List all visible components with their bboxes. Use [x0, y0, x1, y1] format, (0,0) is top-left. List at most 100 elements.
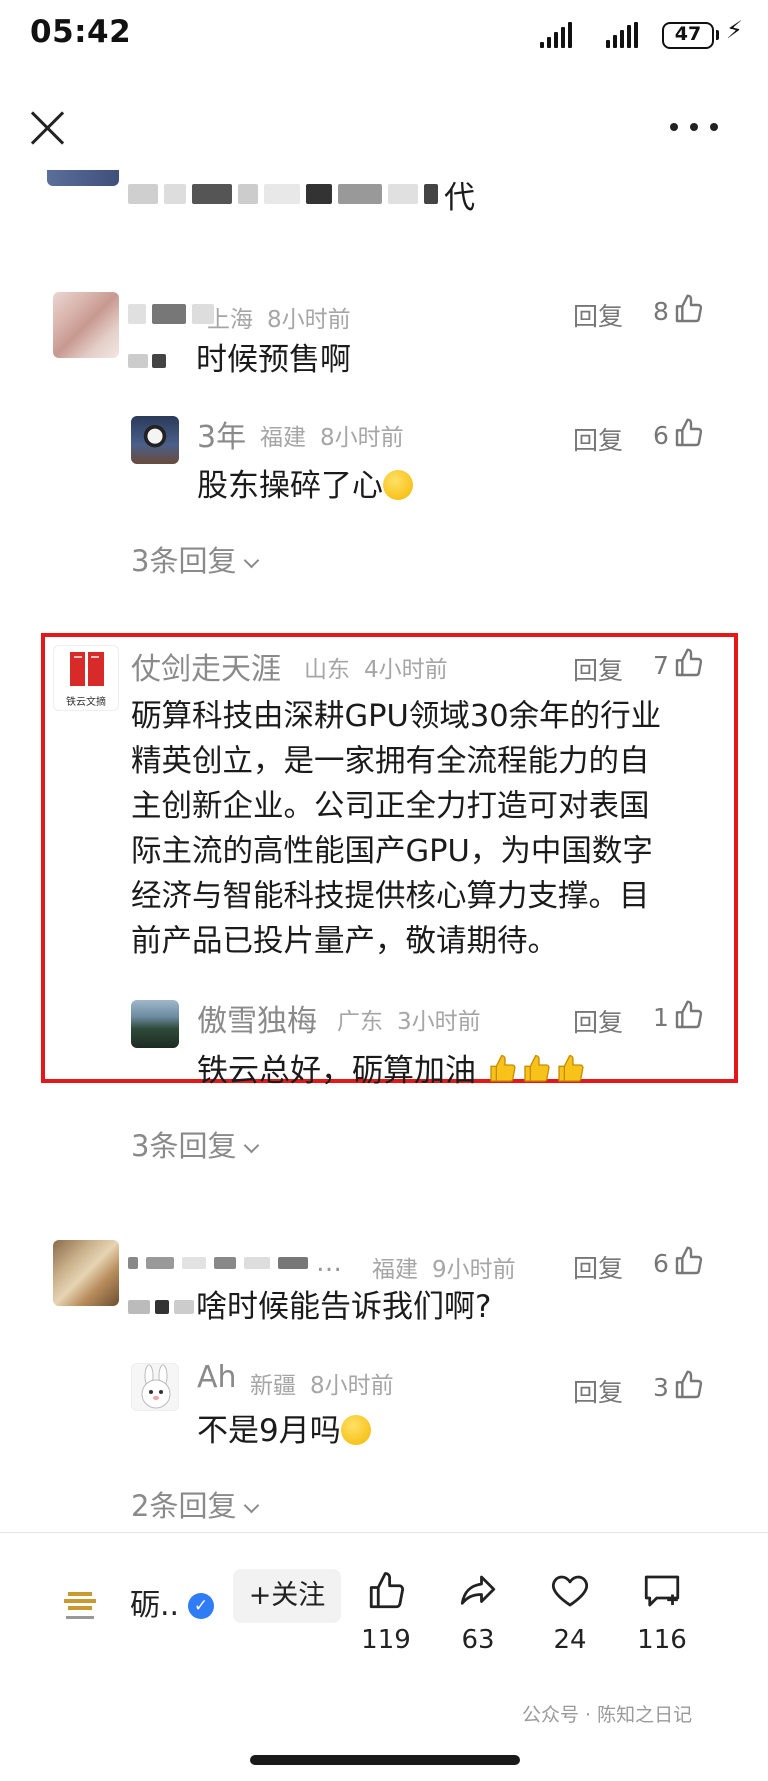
close-button[interactable]: [28, 108, 68, 148]
comment-line: 经济与智能科技提供核心算力支撑。目: [131, 879, 650, 914]
comment-line: 主创新企业。公司正全力打造可对表国: [131, 789, 650, 824]
more-options-button[interactable]: [670, 115, 718, 139]
expand-replies-button[interactable]: 3条回复: [131, 538, 260, 580]
reply-location: 福建: [260, 425, 306, 451]
reply-location: 新疆: [250, 1373, 296, 1399]
reply-button[interactable]: 回复: [573, 1249, 623, 1285]
reply-text-row: 股东操碎了心: [197, 464, 413, 509]
tears-of-joy-emoji-icon: [383, 470, 413, 500]
thumbs-up-icon[interactable]: [673, 1245, 705, 1277]
like-icon[interactable]: [366, 1570, 408, 1612]
home-indicator[interactable]: [250, 1755, 520, 1765]
reply-text: 股东操碎了心: [197, 468, 383, 504]
like-count: 6: [653, 1249, 669, 1278]
comment-location: 上海: [207, 307, 253, 333]
chevron-down-icon: [244, 1137, 260, 1154]
expand-replies-button[interactable]: 3条回复: [131, 1123, 260, 1165]
company-logo-icon: [64, 1592, 96, 1619]
more-replies-label: 3条回复: [131, 1129, 237, 1163]
comment-time: 9小时前: [432, 1257, 516, 1283]
thumbs-up-emoji-icon: [490, 1054, 516, 1082]
partial-comment-text: 代: [128, 174, 475, 216]
comment-text: 啥时候能告诉我们啊?: [196, 1289, 492, 1325]
thumbs-up-icon[interactable]: [673, 999, 705, 1031]
username-ellipsis: …: [316, 1248, 342, 1278]
signal-strength-icon: [540, 22, 572, 48]
comment-line: 精英创立，是一家拥有全流程能力的自: [131, 744, 650, 779]
comment-location: 福建: [372, 1257, 418, 1283]
avatar[interactable]: [53, 292, 119, 358]
comment-count: 116: [637, 1625, 687, 1655]
rabbit-icon: [141, 1364, 171, 1409]
comment-time: 4小时前: [364, 657, 448, 683]
watermark-text: 公众号 · 陈知之日记: [522, 1704, 693, 1726]
account-name[interactable]: 砺..: [130, 1580, 179, 1624]
thumbs-up-emoji-icon: [524, 1054, 550, 1082]
comment-line: 砺算科技由深耕GPU领域30余年的行业: [131, 699, 662, 734]
comment-location: 山东: [304, 657, 350, 683]
favorite-count: 24: [553, 1625, 587, 1655]
battery-tip: [716, 30, 719, 40]
reply-button[interactable]: 回复: [573, 421, 623, 457]
comment-line: 前产品已投片量产，敬请期待。: [131, 924, 558, 959]
charging-icon: ⚡: [726, 16, 743, 44]
username-blurred[interactable]: [128, 298, 214, 330]
more-replies-label: 2条回复: [131, 1489, 237, 1523]
tears-of-joy-emoji-icon: [340, 1415, 371, 1445]
comment-add-icon[interactable]: [640, 1570, 684, 1612]
reply-avatar[interactable]: [131, 1000, 179, 1048]
account-logo[interactable]: [60, 1588, 100, 1626]
status-time: 05:42: [30, 14, 132, 50]
like-count: 119: [361, 1625, 411, 1655]
bottom-bar-divider: [0, 1532, 768, 1533]
thumbs-up-icon[interactable]: [673, 417, 705, 449]
like-count: 1: [653, 1003, 669, 1032]
reply-username[interactable]: 傲雪独梅: [197, 996, 317, 1040]
reply-username[interactable]: Ah: [197, 1360, 237, 1395]
reply-text: 不是9月吗: [197, 1413, 341, 1449]
verified-badge-icon: ✓: [188, 1593, 214, 1619]
follow-button[interactable]: +关注: [233, 1569, 341, 1623]
battery-icon: 47: [662, 22, 714, 49]
share-icon[interactable]: [456, 1570, 500, 1612]
thumbs-up-emoji-icon: [558, 1054, 584, 1082]
comment-time: 8小时前: [267, 307, 351, 333]
reply-text: 铁云总好，砺算加油: [197, 1053, 476, 1089]
thumbs-up-icon[interactable]: [673, 1369, 705, 1401]
expand-replies-button[interactable]: 2条回复: [131, 1483, 260, 1525]
reply-time: 8小时前: [310, 1373, 394, 1399]
book-logo-icon: [70, 652, 104, 686]
favorite-heart-icon[interactable]: [548, 1570, 592, 1612]
reply-time: 8小时前: [320, 425, 404, 451]
reply-button[interactable]: 回复: [573, 297, 623, 333]
avatar[interactable]: [53, 1240, 119, 1306]
comment-body: 砺算科技由深耕GPU领域30余年的行业 精英创立，是一家拥有全流程能力的自 主创…: [131, 694, 661, 964]
username-blurred[interactable]: …: [128, 1247, 342, 1279]
like-count: 7: [653, 651, 669, 680]
reply-button[interactable]: 回复: [573, 1373, 623, 1409]
reply-time: 3小时前: [397, 1009, 481, 1035]
comment-text: 时候预售啊: [196, 342, 351, 378]
reply-avatar[interactable]: [131, 416, 179, 464]
like-count: 6: [653, 421, 669, 450]
chevron-down-icon: [244, 1497, 260, 1514]
comment-text-blur: [128, 1300, 194, 1314]
comment-text-blur: [128, 354, 166, 368]
share-count: 63: [461, 1625, 495, 1655]
like-count: 3: [653, 1373, 669, 1402]
chevron-down-icon: [244, 552, 260, 569]
comment-line: 际主流的高性能国产GPU，为中国数字: [131, 834, 653, 869]
reply-button[interactable]: 回复: [573, 651, 623, 687]
reply-button[interactable]: 回复: [573, 1003, 623, 1039]
comment-username[interactable]: 仗剑走天涯: [131, 644, 281, 688]
reply-text-row: 铁云总好，砺算加油: [197, 1049, 588, 1094]
thumbs-up-icon[interactable]: [673, 647, 705, 679]
reply-text-row: 不是9月吗: [197, 1409, 371, 1454]
avatar[interactable]: 铁云文摘: [53, 645, 119, 711]
thumbs-up-icon[interactable]: [673, 293, 705, 325]
reply-username[interactable]: 3年: [197, 412, 246, 456]
signal-strength-icon: [606, 22, 638, 48]
like-count: 8: [653, 297, 669, 326]
reply-location: 广东: [337, 1009, 383, 1035]
reply-avatar[interactable]: [131, 1363, 179, 1411]
